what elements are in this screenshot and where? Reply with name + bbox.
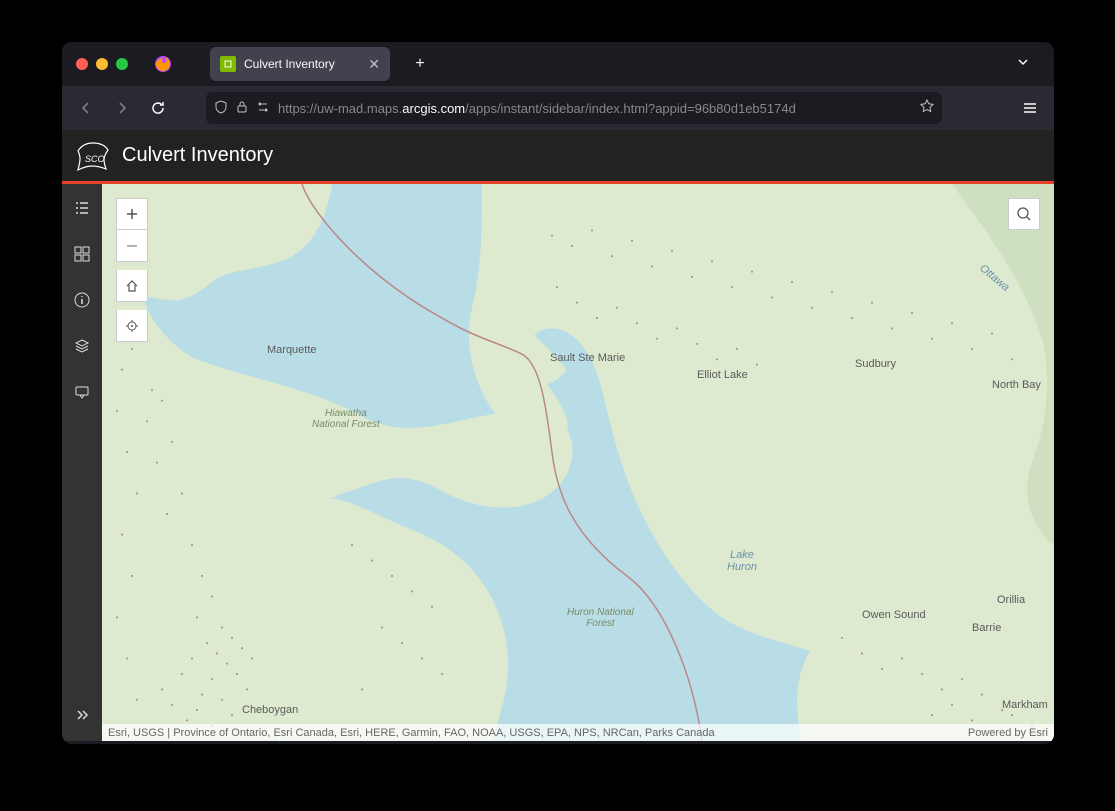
attribution-sources: Esri, USGS | Province of Ontario, Esri C…: [108, 727, 968, 739]
map-viewport[interactable]: Marquette Sault Ste Marie Elliot Lake Su…: [102, 184, 1054, 741]
map-canvas: [102, 184, 1054, 741]
search-button[interactable]: [1008, 198, 1040, 230]
bookmark-star-icon[interactable]: [920, 99, 934, 118]
label-sudbury: Sudbury: [855, 358, 896, 370]
forward-button[interactable]: [106, 92, 138, 124]
label-barrie: Barrie: [972, 622, 1001, 634]
reload-button[interactable]: [142, 92, 174, 124]
url-bar[interactable]: https://uw-mad.maps.arcgis.com/apps/inst…: [206, 92, 942, 124]
label-lake-huron: Lake Huron: [727, 549, 757, 573]
minimize-window-button[interactable]: [96, 58, 108, 70]
label-marquette: Marquette: [267, 344, 317, 356]
attribution-powered: Powered by Esri: [968, 727, 1048, 739]
window-controls: [76, 58, 128, 70]
popup-button[interactable]: [70, 380, 94, 404]
tabs-dropdown-button[interactable]: [1016, 55, 1030, 74]
info-button[interactable]: [70, 288, 94, 312]
app-content: Marquette Sault Ste Marie Elliot Lake Su…: [62, 184, 1054, 741]
titlebar: Culvert Inventory ✕ +: [62, 42, 1054, 86]
label-orillia: Orillia: [997, 594, 1025, 606]
layers-button[interactable]: [70, 334, 94, 358]
shield-icon: [214, 100, 228, 117]
sidebar: [62, 184, 102, 741]
legend-button[interactable]: [70, 196, 94, 220]
zoom-out-button[interactable]: [116, 230, 148, 262]
close-window-button[interactable]: [76, 58, 88, 70]
firefox-icon: [154, 55, 172, 73]
tab-close-button[interactable]: ✕: [368, 56, 380, 73]
map-controls: [116, 198, 148, 342]
label-owensound: Owen Sound: [862, 609, 926, 621]
tab-title: Culvert Inventory: [244, 57, 360, 71]
map-attribution: Esri, USGS | Province of Ontario, Esri C…: [102, 724, 1054, 741]
browser-tab[interactable]: Culvert Inventory ✕: [210, 47, 390, 81]
svg-text:SCO: SCO: [85, 154, 105, 164]
app-title: Culvert Inventory: [122, 144, 273, 167]
label-hiawatha: Hiawatha National Forest: [312, 408, 380, 430]
lock-icon: [236, 100, 248, 117]
url-text: https://uw-mad.maps.arcgis.com/apps/inst…: [278, 101, 796, 116]
home-button[interactable]: [116, 270, 148, 302]
menu-button[interactable]: [1014, 92, 1046, 124]
locate-button[interactable]: [116, 310, 148, 342]
new-tab-button[interactable]: +: [406, 50, 434, 78]
basemap-button[interactable]: [70, 242, 94, 266]
label-huron-forest: Huron National Forest: [567, 607, 634, 629]
app-logo: SCO: [76, 141, 110, 171]
label-cheboygan: Cheboygan: [242, 704, 298, 716]
label-markham: Markham: [1002, 699, 1048, 711]
browser-window: Culvert Inventory ✕ + htt: [62, 42, 1054, 744]
app-header: SCO Culvert Inventory: [62, 130, 1054, 184]
label-elliot: Elliot Lake: [697, 369, 748, 381]
label-northbay: North Bay: [992, 379, 1041, 391]
browser-toolbar: https://uw-mad.maps.arcgis.com/apps/inst…: [62, 86, 1054, 130]
maximize-window-button[interactable]: [116, 58, 128, 70]
permissions-icon: [256, 100, 270, 117]
zoom-in-button[interactable]: [116, 198, 148, 230]
expand-sidebar-button[interactable]: [70, 703, 94, 727]
tab-favicon-icon: [220, 56, 236, 72]
back-button[interactable]: [70, 92, 102, 124]
label-sault: Sault Ste Marie: [550, 352, 625, 364]
